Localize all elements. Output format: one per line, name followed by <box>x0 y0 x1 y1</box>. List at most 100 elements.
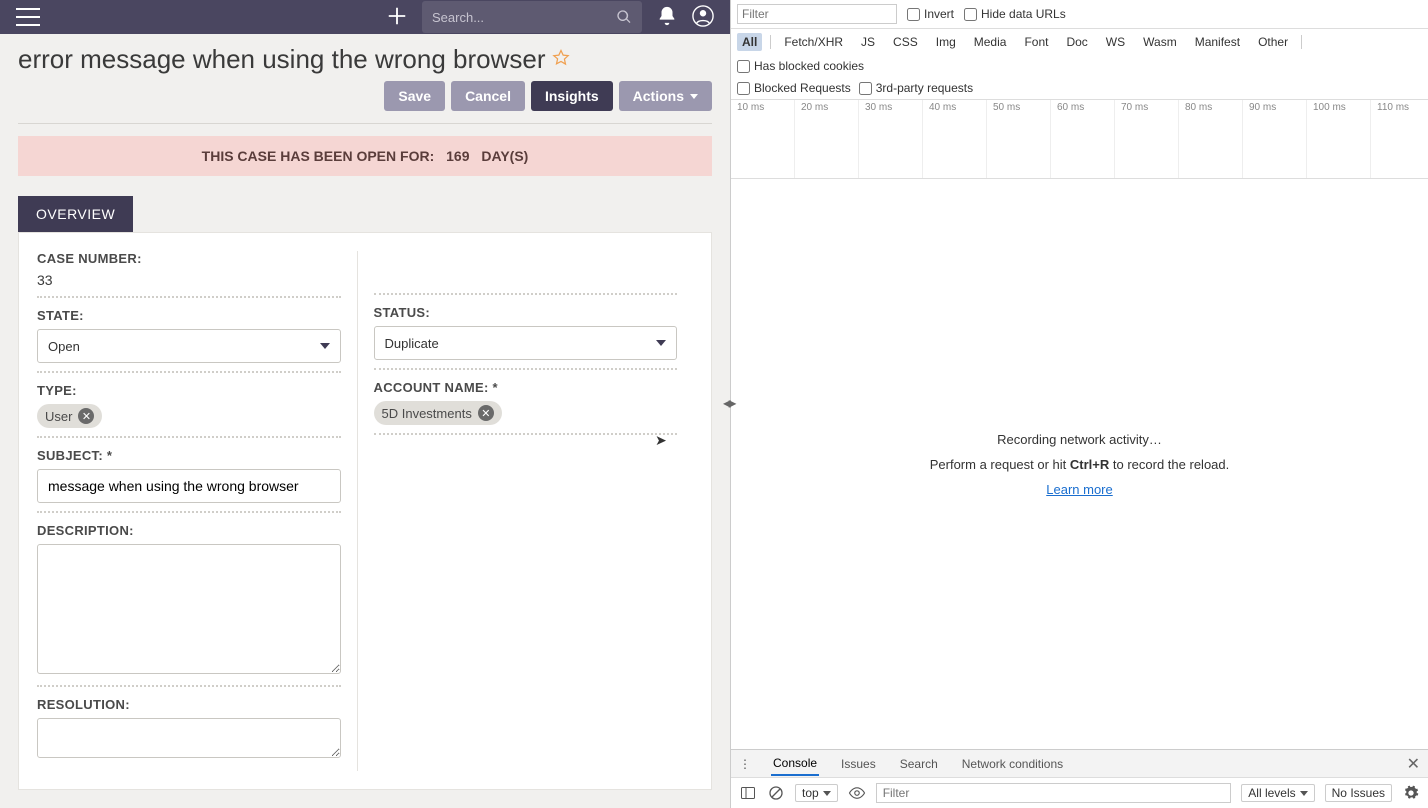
context-selector[interactable]: top <box>795 784 838 802</box>
third-party-checkbox[interactable]: 3rd-party requests <box>859 81 973 95</box>
learn-more-link[interactable]: Learn more <box>1046 482 1112 497</box>
type-label: TYPE: <box>37 383 341 398</box>
description-label: DESCRIPTION: <box>37 523 341 538</box>
timeline-tick: 20 ms <box>795 100 859 178</box>
log-levels-dropdown[interactable]: All levels <box>1241 784 1314 802</box>
timeline-tick: 70 ms <box>1115 100 1179 178</box>
subject-label: SUBJECT: * <box>37 448 341 463</box>
status-value: Duplicate <box>385 336 439 351</box>
menu-icon[interactable] <box>16 8 40 26</box>
no-issues-badge[interactable]: No Issues <box>1325 784 1392 802</box>
open-days-banner: THIS CASE HAS BEEN OPEN FOR: 169 DAY(S) <box>18 136 712 176</box>
filter-other[interactable]: Other <box>1253 33 1293 51</box>
cancel-button[interactable]: Cancel <box>451 81 525 111</box>
search-input[interactable] <box>432 10 616 25</box>
state-value: Open <box>48 339 80 354</box>
case-number-value: 33 <box>37 272 341 288</box>
search-icon <box>616 9 632 25</box>
account-value: 5D Investments <box>382 406 472 421</box>
timeline-tick: 80 ms <box>1179 100 1243 178</box>
tab-issues[interactable]: Issues <box>839 753 878 775</box>
user-avatar-icon[interactable] <box>692 5 714 30</box>
sidebar-toggle-icon[interactable] <box>739 784 757 802</box>
filter-wasm[interactable]: Wasm <box>1138 33 1182 51</box>
actions-dropdown[interactable]: Actions <box>619 81 712 111</box>
banner-suffix: DAY(S) <box>481 148 528 164</box>
star-icon[interactable] <box>551 44 571 75</box>
tab-overview[interactable]: OVERVIEW <box>18 196 133 232</box>
invert-checkbox[interactable]: Invert <box>907 7 954 21</box>
global-search[interactable] <box>422 1 642 33</box>
app-bar <box>0 0 730 34</box>
status-label: STATUS: <box>374 305 678 320</box>
eye-icon[interactable] <box>848 784 866 802</box>
blocked-cookies-checkbox[interactable]: Has blocked cookies <box>737 59 864 73</box>
blocked-requests-checkbox[interactable]: Blocked Requests <box>737 81 851 95</box>
timeline-tick: 60 ms <box>1051 100 1115 178</box>
bell-icon[interactable] <box>656 5 678 30</box>
account-chip[interactable]: 5D Investments ✕ <box>374 401 502 425</box>
state-select[interactable]: Open <box>37 329 341 363</box>
kebab-icon[interactable]: ⋮ <box>739 757 751 771</box>
add-icon[interactable] <box>386 5 408 30</box>
filter-fetch-xhr[interactable]: Fetch/XHR <box>779 33 848 51</box>
overview-panel: CASE NUMBER: 33 STATE: Open TYPE: User ✕… <box>18 232 712 790</box>
network-empty-state: Recording network activity… Perform a re… <box>731 179 1428 749</box>
action-buttons: Save Cancel Insights Actions <box>18 75 712 124</box>
network-timeline[interactable]: 10 ms 20 ms 30 ms 40 ms 50 ms 60 ms 70 m… <box>731 99 1428 179</box>
close-icon[interactable]: ✕ <box>78 408 94 424</box>
network-filter-bar: Invert Hide data URLs <box>731 0 1428 29</box>
close-icon[interactable]: ✕ <box>478 405 494 421</box>
type-value: User <box>45 409 72 424</box>
network-filter-input[interactable] <box>737 4 897 24</box>
timeline-tick: 90 ms <box>1243 100 1307 178</box>
crm-app: error message when using the wrong brows… <box>0 0 730 808</box>
close-drawer-icon[interactable]: ✕ <box>1407 754 1420 774</box>
description-textarea[interactable] <box>37 544 341 674</box>
right-column: STATUS: Duplicate ACCOUNT NAME: * 5D Inv… <box>357 251 694 771</box>
insights-button[interactable]: Insights <box>531 81 613 111</box>
resize-handle-icon[interactable]: ◀▶ <box>723 399 734 410</box>
account-label: ACCOUNT NAME: * <box>374 380 678 395</box>
timeline-tick: 10 ms <box>731 100 795 178</box>
filter-doc[interactable]: Doc <box>1061 33 1092 51</box>
devtools-panel: ◀▶ Invert Hide data URLs All Fetch/XHR J… <box>730 0 1428 808</box>
timeline-tick: 110 ms <box>1371 100 1428 178</box>
case-number-label: CASE NUMBER: <box>37 251 341 266</box>
banner-days: 169 <box>446 148 469 164</box>
filter-all[interactable]: All <box>737 33 762 51</box>
clear-console-icon[interactable] <box>767 784 785 802</box>
left-column: CASE NUMBER: 33 STATE: Open TYPE: User ✕… <box>37 251 357 771</box>
timeline-tick: 30 ms <box>859 100 923 178</box>
filter-css[interactable]: CSS <box>888 33 923 51</box>
state-label: STATE: <box>37 308 341 323</box>
gear-icon[interactable] <box>1402 784 1420 802</box>
network-extra-filters: Blocked Requests 3rd-party requests <box>731 77 1428 99</box>
chevron-down-icon <box>320 343 330 349</box>
hide-data-urls-checkbox[interactable]: Hide data URLs <box>964 7 1066 21</box>
filter-img[interactable]: Img <box>931 33 961 51</box>
timeline-tick: 40 ms <box>923 100 987 178</box>
console-filter-input[interactable] <box>876 783 1232 803</box>
status-select[interactable]: Duplicate <box>374 326 678 360</box>
resolution-textarea[interactable] <box>37 718 341 758</box>
timeline-tick: 100 ms <box>1307 100 1371 178</box>
tab-console[interactable]: Console <box>771 752 819 776</box>
filter-js[interactable]: JS <box>856 33 880 51</box>
type-chip[interactable]: User ✕ <box>37 404 102 428</box>
save-button[interactable]: Save <box>384 81 445 111</box>
filter-font[interactable]: Font <box>1019 33 1053 51</box>
banner-prefix: THIS CASE HAS BEEN OPEN FOR: <box>202 148 435 164</box>
page-title: error message when using the wrong brows… <box>18 44 545 75</box>
tab-search[interactable]: Search <box>898 753 940 775</box>
empty-title: Recording network activity… <box>997 432 1162 447</box>
filter-ws[interactable]: WS <box>1101 33 1130 51</box>
network-type-filters: All Fetch/XHR JS CSS Img Media Font Doc … <box>731 29 1428 77</box>
filter-media[interactable]: Media <box>969 33 1012 51</box>
tabs: OVERVIEW <box>18 196 712 232</box>
page-header: error message when using the wrong brows… <box>0 34 730 124</box>
tab-network-conditions[interactable]: Network conditions <box>960 753 1065 775</box>
subject-input[interactable] <box>37 469 341 503</box>
filter-manifest[interactable]: Manifest <box>1190 33 1245 51</box>
timeline-tick: 50 ms <box>987 100 1051 178</box>
